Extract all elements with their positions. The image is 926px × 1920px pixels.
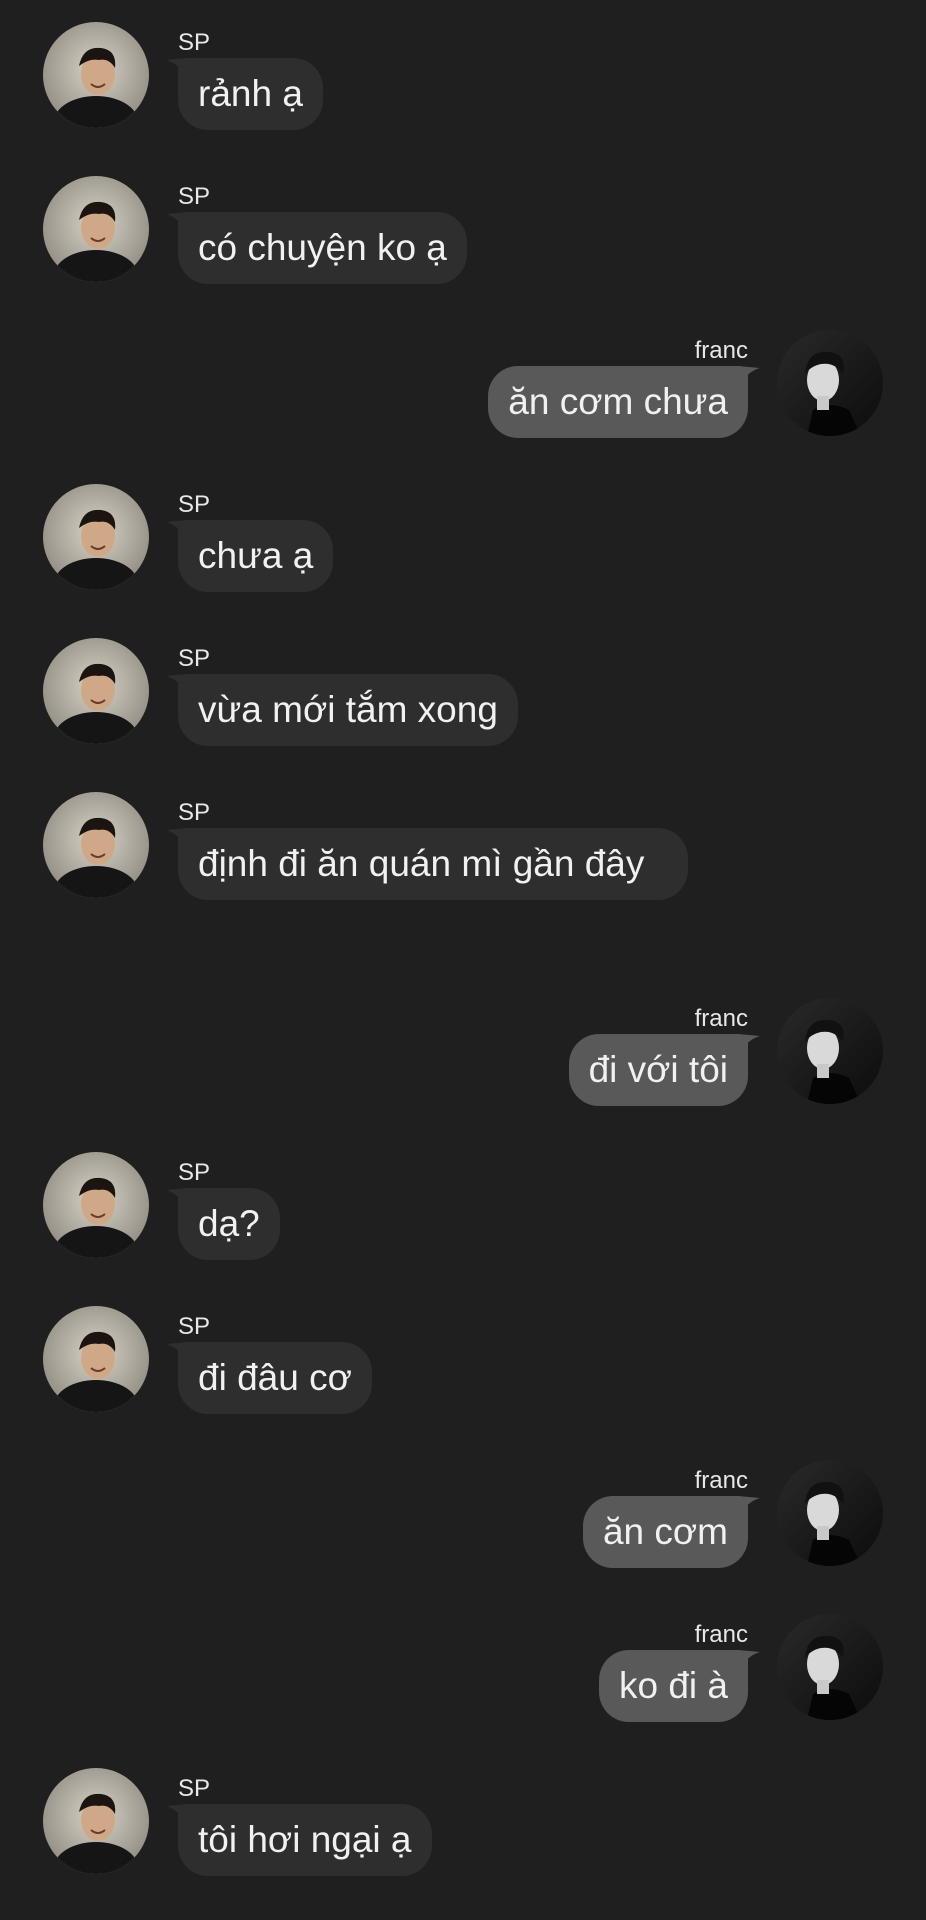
message-row: SP có chuyện ko ạ bbox=[0, 176, 926, 302]
message-bubble[interactable]: ăn cơm bbox=[582, 1496, 748, 1568]
message-row: SP tôi hơi ngại ạ bbox=[0, 1768, 926, 1894]
person-photo-icon bbox=[43, 1768, 149, 1874]
sender-name: SP bbox=[178, 1775, 211, 1802]
sender-name: SP bbox=[178, 491, 211, 518]
person-photo-icon bbox=[43, 484, 149, 590]
message-row: SP dạ? bbox=[0, 1152, 926, 1278]
sender-name: SP bbox=[178, 799, 211, 826]
message-bubble[interactable]: định đi ăn quán mì gần đây bbox=[178, 828, 688, 900]
sender-name: SP bbox=[178, 645, 211, 672]
message-bubble[interactable]: ko đi à bbox=[598, 1650, 748, 1722]
message-bubble[interactable]: có chuyện ko ạ bbox=[178, 212, 467, 284]
message-row: SP chưa ạ bbox=[0, 484, 926, 610]
avatar-sp[interactable] bbox=[43, 484, 149, 590]
person-photo-icon bbox=[43, 176, 149, 282]
avatar-franc[interactable] bbox=[777, 330, 883, 436]
avatar-sp[interactable] bbox=[43, 792, 149, 898]
person-photo-icon bbox=[777, 330, 883, 436]
person-photo-icon bbox=[43, 1152, 149, 1258]
message-row: SP vừa mới tắm xong bbox=[0, 638, 926, 764]
message-bubble[interactable]: ăn cơm chưa bbox=[488, 366, 748, 438]
person-photo-icon bbox=[777, 998, 883, 1104]
message-row: franc đi với tôi bbox=[0, 998, 926, 1124]
message-row: SP đi đâu cơ bbox=[0, 1306, 926, 1432]
avatar-sp[interactable] bbox=[43, 176, 149, 282]
message-row: SP rảnh ạ bbox=[0, 22, 926, 148]
sender-name: SP bbox=[178, 183, 211, 210]
avatar-sp[interactable] bbox=[43, 1306, 149, 1412]
person-photo-icon bbox=[777, 1460, 883, 1566]
sender-name: SP bbox=[178, 1159, 211, 1186]
message-row: franc ko đi à bbox=[0, 1614, 926, 1740]
message-row: franc ăn cơm bbox=[0, 1460, 926, 1586]
avatar-sp[interactable] bbox=[43, 638, 149, 744]
message-bubble[interactable]: tôi hơi ngại ạ bbox=[178, 1804, 432, 1876]
sender-name: franc bbox=[694, 1467, 748, 1494]
sender-name: franc bbox=[694, 1621, 748, 1648]
message-bubble[interactable]: chưa ạ bbox=[178, 520, 334, 592]
person-photo-icon bbox=[43, 1306, 149, 1412]
message-row: SP định đi ăn quán mì gần đây bbox=[0, 792, 926, 972]
sender-name: franc bbox=[694, 337, 748, 364]
message-bubble[interactable]: đi đâu cơ bbox=[178, 1342, 372, 1414]
sender-name: SP bbox=[178, 1313, 211, 1340]
message-bubble[interactable]: đi với tôi bbox=[568, 1034, 748, 1106]
person-photo-icon bbox=[43, 22, 149, 128]
sender-name: SP bbox=[178, 29, 211, 56]
avatar-sp[interactable] bbox=[43, 1152, 149, 1258]
message-bubble[interactable]: dạ? bbox=[178, 1188, 280, 1260]
avatar-franc[interactable] bbox=[777, 1460, 883, 1566]
message-row: franc ăn cơm chưa bbox=[0, 330, 926, 456]
person-photo-icon bbox=[43, 638, 149, 744]
sender-name: franc bbox=[694, 1005, 748, 1032]
message-bubble[interactable]: rảnh ạ bbox=[178, 58, 323, 130]
avatar-sp[interactable] bbox=[43, 22, 149, 128]
avatar-franc[interactable] bbox=[777, 1614, 883, 1720]
person-photo-icon bbox=[43, 792, 149, 898]
message-bubble[interactable]: vừa mới tắm xong bbox=[178, 674, 518, 746]
avatar-sp[interactable] bbox=[43, 1768, 149, 1874]
avatar-franc[interactable] bbox=[777, 998, 883, 1104]
person-photo-icon bbox=[777, 1614, 883, 1720]
